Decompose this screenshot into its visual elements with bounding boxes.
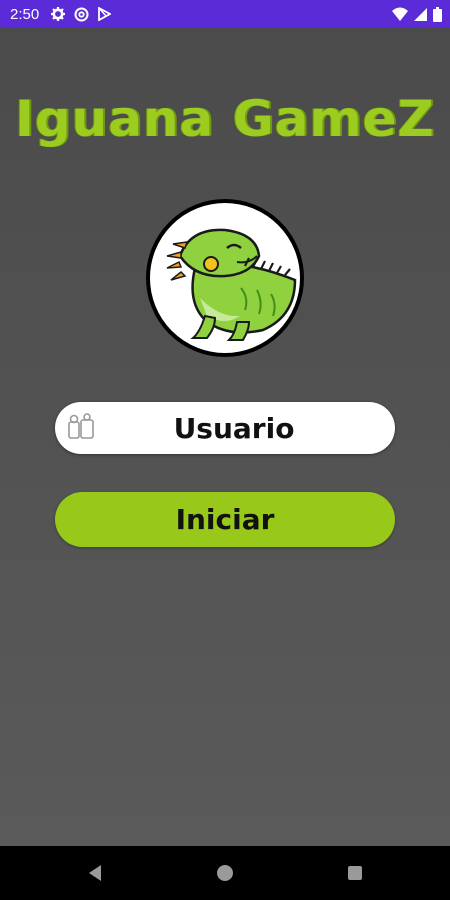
username-input[interactable] <box>55 402 395 454</box>
signal-icon <box>414 7 427 21</box>
back-icon[interactable] <box>86 863 106 883</box>
home-icon[interactable] <box>215 863 235 883</box>
username-field[interactable] <box>55 402 395 454</box>
battery-icon <box>433 6 442 22</box>
navigation-bar <box>0 846 450 900</box>
recents-icon[interactable] <box>345 863 365 883</box>
app-title: Iguana GameZ <box>15 90 435 148</box>
status-notification-icons <box>51 7 112 22</box>
status-time: 2:50 <box>10 5 40 23</box>
start-button[interactable]: Iniciar <box>55 492 395 547</box>
wifi-icon <box>392 7 408 21</box>
main-screen: Iguana GameZ Usuario Iniciar <box>0 28 450 846</box>
at-sign-icon <box>74 7 89 21</box>
play-store-icon <box>98 7 112 21</box>
iguana-logo <box>146 199 304 357</box>
status-system-icons <box>392 0 442 28</box>
gear-icon <box>51 7 66 21</box>
status-bar: 2:50 <box>0 0 450 28</box>
